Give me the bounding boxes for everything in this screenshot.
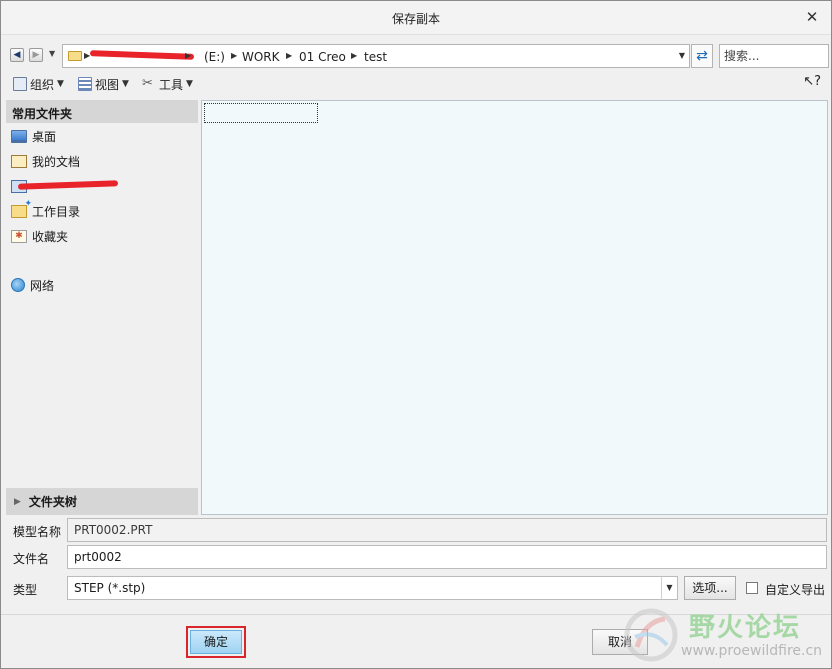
breadcrumb-test[interactable]: test bbox=[364, 50, 387, 64]
file-name-label: 文件名 bbox=[13, 552, 50, 566]
organize-icon bbox=[13, 77, 27, 91]
network-icon bbox=[11, 278, 25, 292]
back-arrow-icon[interactable]: ◀ bbox=[10, 48, 24, 62]
footer-divider bbox=[1, 614, 831, 615]
history-chevron-down-icon[interactable]: ▼ bbox=[49, 49, 55, 58]
folder-icon bbox=[68, 51, 82, 61]
watermark-url: www.proewildfire.cn bbox=[681, 643, 823, 659]
organize-menu-button[interactable]: 组织 ▼ bbox=[13, 75, 64, 93]
forward-arrow-icon[interactable]: ▶ bbox=[29, 48, 43, 62]
address-bar[interactable]: ▶ ▶ (E:) ▶ WORK ▶ 01 Creo ▶ test ▼ bbox=[62, 44, 690, 68]
organize-label: 组织 bbox=[30, 77, 55, 92]
desktop-icon bbox=[11, 129, 27, 143]
folder-tree-toggle[interactable]: ▶ 文件夹树 bbox=[6, 488, 198, 515]
ok-button-highlight: 确定 bbox=[186, 626, 246, 658]
breadcrumb-separator-icon[interactable]: ▶ bbox=[185, 50, 193, 62]
custom-export-label: 自定义导出 bbox=[765, 583, 826, 597]
tools-icon: ✂ bbox=[142, 76, 153, 91]
tools-menu-button[interactable]: ✂ 工具 ▼ bbox=[142, 75, 193, 93]
file-list-pane[interactable] bbox=[201, 100, 828, 515]
breadcrumb-creo[interactable]: 01 Creo bbox=[299, 50, 346, 64]
file-type-select[interactable]: STEP (*.stp) ▼ bbox=[67, 576, 678, 600]
sidebar-item-label: 收藏夹 bbox=[32, 229, 69, 244]
file-type-value: STEP (*.stp) bbox=[74, 581, 146, 595]
sidebar-item-label: 桌面 bbox=[32, 129, 57, 144]
working-directory-icon bbox=[11, 199, 32, 218]
sidebar-item-label: 工作目录 bbox=[32, 204, 81, 219]
redaction-mark bbox=[89, 50, 195, 60]
expand-arrow-icon: ▶ bbox=[14, 496, 21, 507]
forum-watermark: 野火论坛 www.proewildfire.cn bbox=[619, 603, 831, 669]
file-name-input[interactable] bbox=[67, 545, 827, 569]
chevron-down-icon: ▼ bbox=[186, 79, 193, 89]
favorites-icon: ✱ bbox=[11, 229, 27, 243]
model-name-field bbox=[67, 518, 827, 542]
view-icon bbox=[78, 77, 92, 91]
breadcrumb-drive[interactable]: (E:) bbox=[204, 50, 225, 64]
options-button[interactable]: 选项... bbox=[684, 576, 736, 600]
refresh-icon[interactable]: ⇄ bbox=[691, 44, 713, 68]
chevron-down-icon[interactable]: ▼ bbox=[661, 577, 677, 599]
folder-tree-label: 文件夹树 bbox=[28, 495, 77, 509]
cancel-button[interactable]: 取消 bbox=[592, 629, 648, 655]
sidebar-item-working-directory[interactable]: 工作目录 bbox=[11, 199, 81, 221]
view-label: 视图 bbox=[95, 77, 120, 92]
toolbar: 组织 ▼ 视图 ▼ ✂ 工具 ▼ ↖? bbox=[1, 71, 831, 97]
tools-label: 工具 bbox=[159, 77, 184, 92]
sidebar-item-my-documents[interactable]: 我的文档 bbox=[11, 151, 80, 171]
view-menu-button[interactable]: 视图 ▼ bbox=[78, 75, 129, 93]
chevron-down-icon: ▼ bbox=[122, 79, 129, 89]
model-name-label: 模型名称 bbox=[13, 525, 62, 539]
breadcrumb-separator-icon[interactable]: ▶ bbox=[286, 50, 294, 62]
breadcrumb-separator-icon[interactable]: ▶ bbox=[231, 50, 239, 62]
breadcrumb-work[interactable]: WORK bbox=[242, 50, 280, 64]
navigation-bar: ◀ ▶ ▼ ▶ ▶ (E:) ▶ WORK ▶ 01 Creo ▶ test ▼… bbox=[1, 41, 831, 69]
chevron-down-icon: ▼ bbox=[57, 79, 64, 89]
sidebar-item-favorites[interactable]: ✱ 收藏夹 bbox=[11, 226, 68, 246]
sidebar-item-network[interactable]: 网络 bbox=[11, 275, 54, 295]
close-icon[interactable]: ✕ bbox=[803, 8, 821, 26]
common-folders-panel: 常用文件夹 桌面 我的文档 工作目录 ✱ 收藏夹 网络 ▶ 文件夹树 bbox=[6, 100, 198, 515]
breadcrumb-separator-icon[interactable]: ▶ bbox=[351, 50, 359, 62]
search-input[interactable] bbox=[719, 44, 829, 68]
focus-rectangle bbox=[204, 103, 318, 123]
sidebar-item-label: 我的文档 bbox=[32, 154, 81, 169]
save-copy-dialog: 保存副本 ✕ ◀ ▶ ▼ ▶ ▶ (E:) ▶ WORK ▶ 01 Creo ▶… bbox=[0, 0, 832, 669]
context-help-icon[interactable]: ↖? bbox=[803, 74, 821, 89]
redaction-mark bbox=[17, 180, 119, 190]
title-bar: 保存副本 ✕ bbox=[1, 1, 831, 35]
watermark-text: 野火论坛 bbox=[689, 613, 802, 643]
custom-export-checkbox[interactable] bbox=[746, 582, 758, 594]
common-folders-header: 常用文件夹 bbox=[6, 100, 198, 123]
sidebar-item-label: 网络 bbox=[30, 278, 55, 293]
address-dropdown-icon[interactable]: ▼ bbox=[677, 50, 687, 62]
type-label: 类型 bbox=[13, 583, 38, 597]
sidebar-item-desktop[interactable]: 桌面 bbox=[11, 126, 56, 146]
dialog-title: 保存副本 bbox=[391, 12, 440, 26]
ok-button[interactable]: 确定 bbox=[190, 630, 242, 654]
documents-icon bbox=[11, 154, 27, 168]
